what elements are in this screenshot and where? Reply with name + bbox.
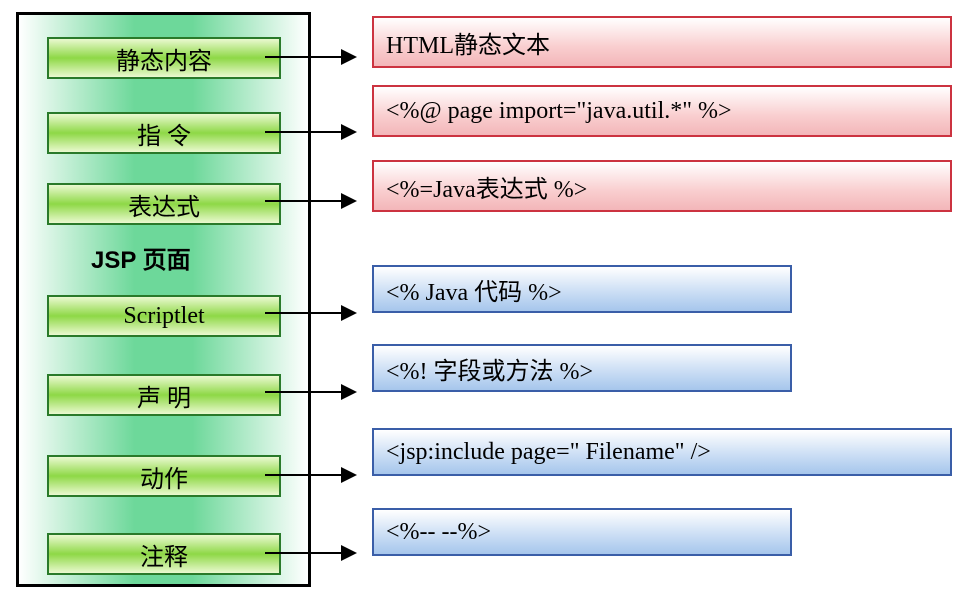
left-action: 动作: [47, 455, 281, 497]
left-directive: 指 令: [47, 112, 281, 154]
jsp-title: JSP 页面: [91, 240, 191, 275]
right-comment: <%-- --%>: [372, 508, 792, 556]
arrow-icon: [265, 200, 355, 202]
left-comment: 注释: [47, 533, 281, 575]
left-declaration: 声 明: [47, 374, 281, 416]
right-expression: <%=Java表达式 %>: [372, 160, 952, 212]
right-action: <jsp:include page=" Filename" />: [372, 428, 952, 476]
left-static-content: 静态内容: [47, 37, 281, 79]
jsp-container: JSP 页面 静态内容 指 令 表达式 Scriptlet 声 明 动作 注释: [16, 12, 311, 587]
arrow-icon: [265, 56, 355, 58]
right-static-content: HTML静态文本: [372, 16, 952, 68]
right-scriptlet: <% Java 代码 %>: [372, 265, 792, 313]
right-directive: <%@ page import="java.util.*" %>: [372, 85, 952, 137]
right-declaration: <%! 字段或方法 %>: [372, 344, 792, 392]
arrow-icon: [265, 552, 355, 554]
arrow-icon: [265, 131, 355, 133]
arrow-icon: [265, 391, 355, 393]
arrow-icon: [265, 474, 355, 476]
arrow-icon: [265, 312, 355, 314]
left-expression: 表达式: [47, 183, 281, 225]
left-scriptlet: Scriptlet: [47, 295, 281, 337]
